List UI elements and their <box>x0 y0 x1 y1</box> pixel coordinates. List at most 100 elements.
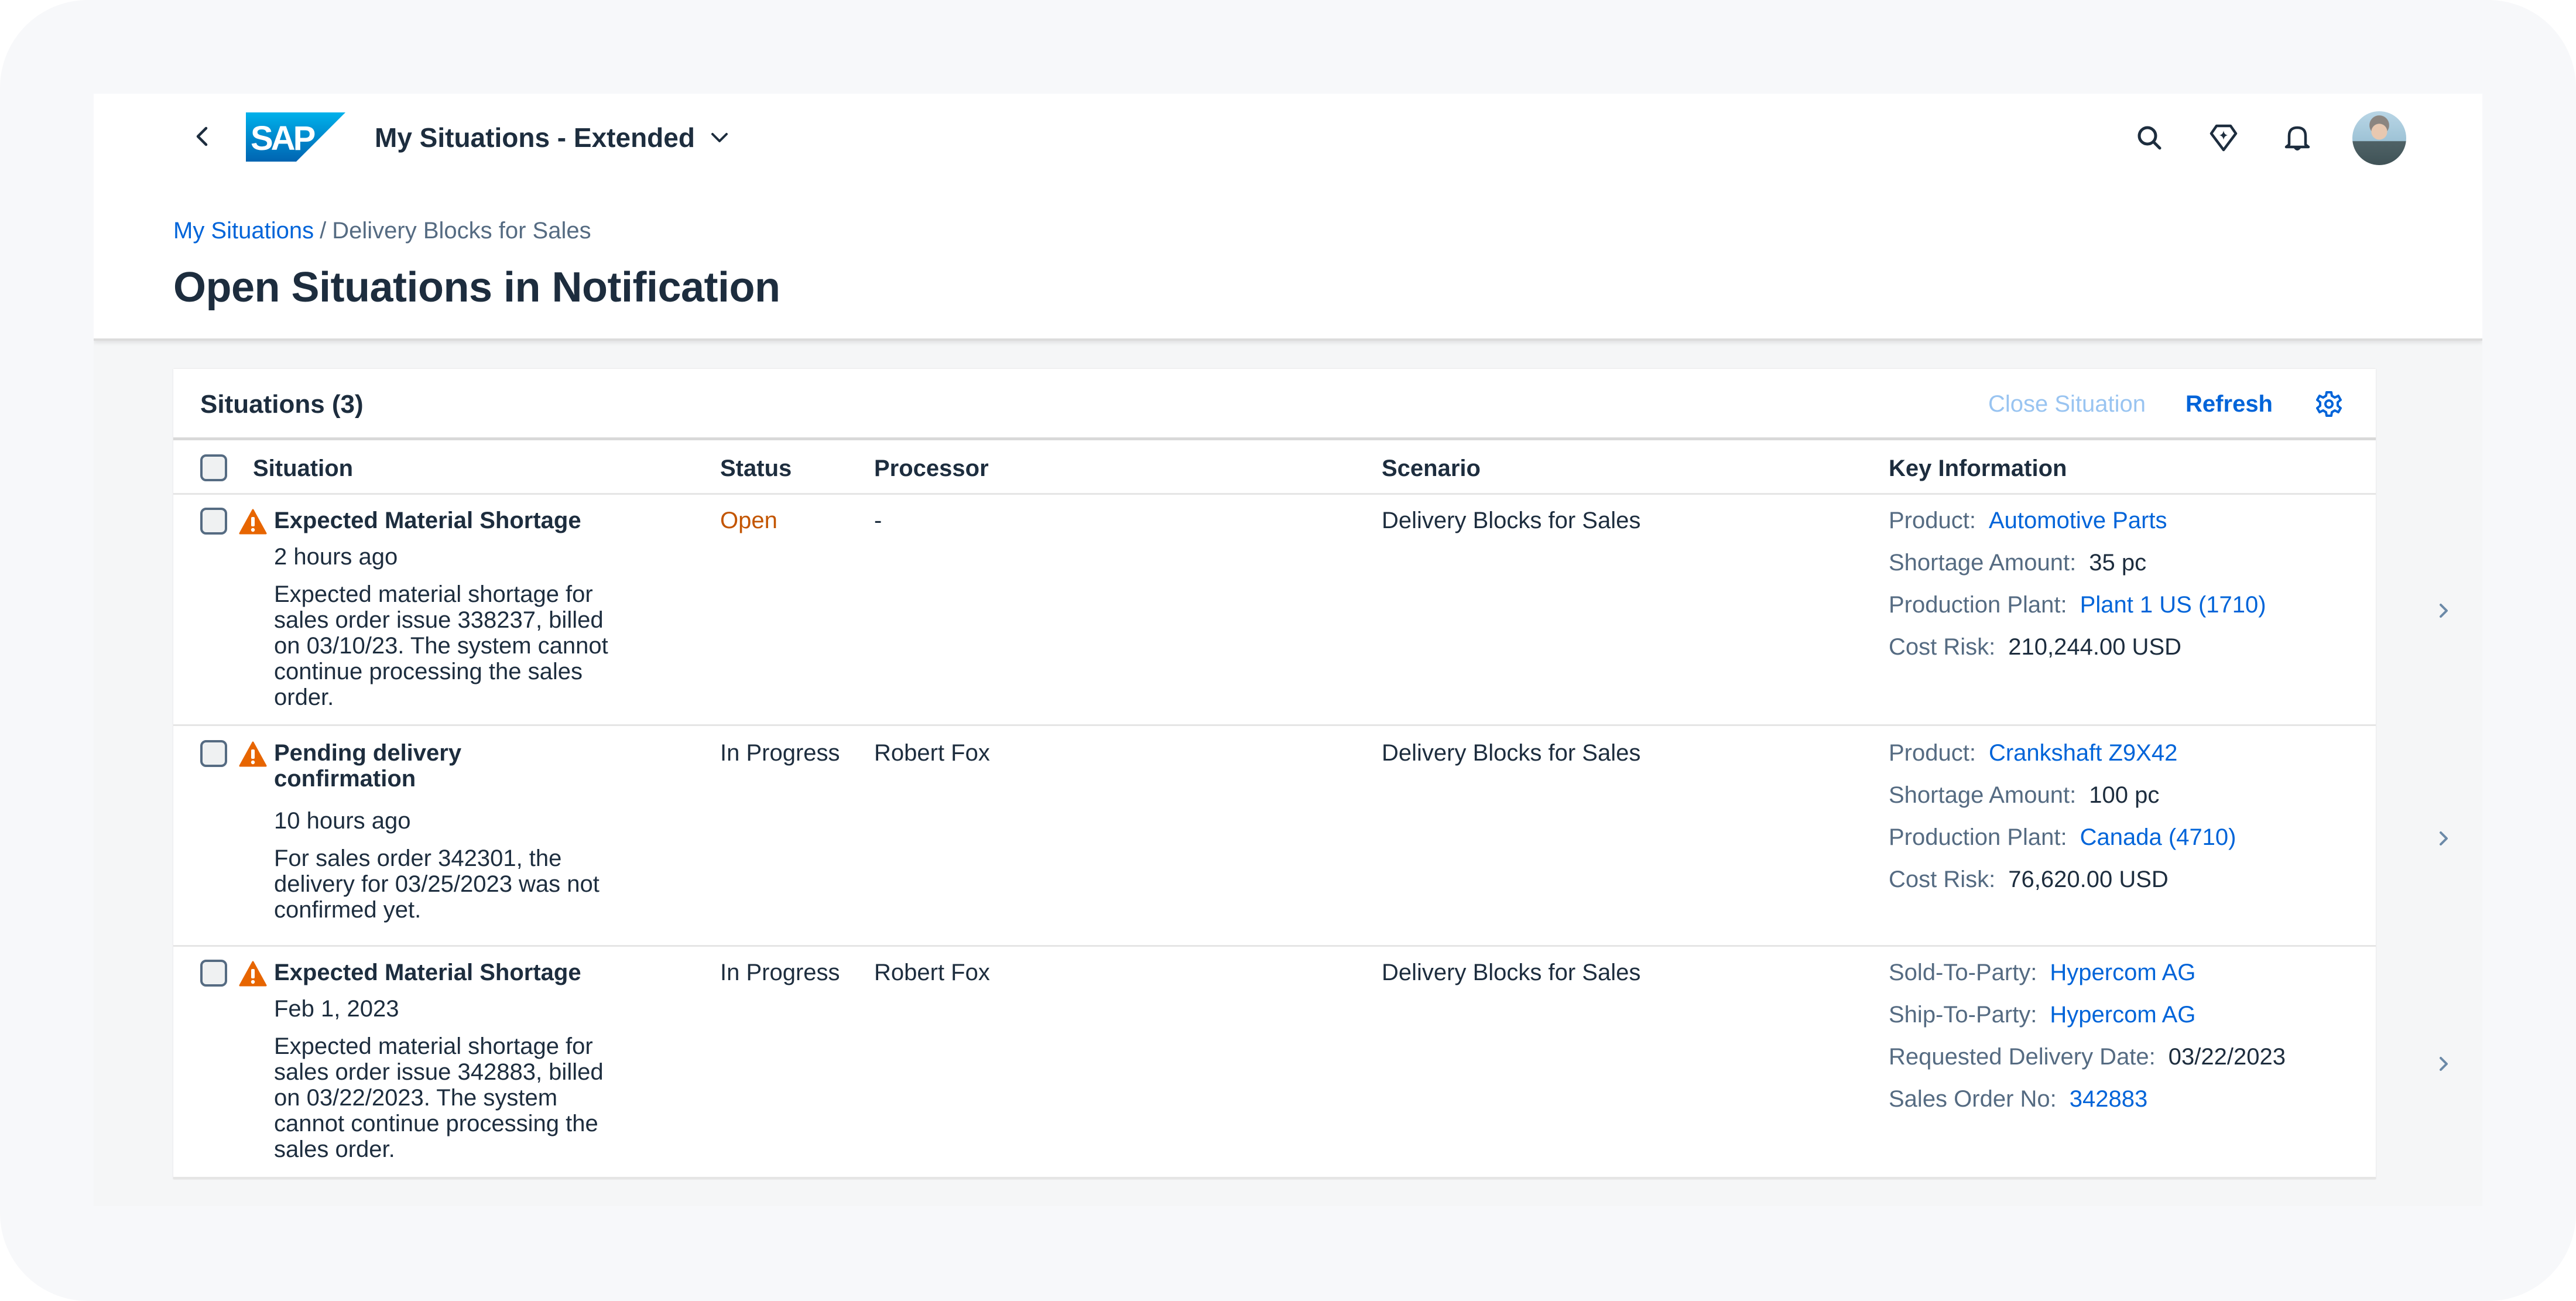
key-info-label: Cost Risk: <box>1889 634 1996 660</box>
key-info-label: Shortage Amount: <box>1889 782 2077 808</box>
warning-icon <box>239 509 267 535</box>
row-checkbox[interactable] <box>200 960 227 987</box>
shell-bar: SAP My Situations - Extended <box>94 94 2482 182</box>
key-info-shortage-amount: Shortage Amount: 35 pc <box>1889 550 2146 576</box>
back-button[interactable] <box>181 116 222 157</box>
key-info-link[interactable]: Automotive Parts <box>1989 508 2167 533</box>
toolbar-actions: Close Situation Refresh <box>1988 385 2345 423</box>
key-info-product: Product: Automotive Parts <box>1889 508 2167 533</box>
key-info-label: Product: <box>1889 740 1976 766</box>
back-icon <box>196 126 208 146</box>
status-text: In Progress <box>720 960 840 985</box>
key-info-requested-delivery-date: Requested Delivery Date: 03/22/2023 <box>1889 1044 2286 1070</box>
key-info-label: Production Plant: <box>1889 824 2067 850</box>
key-info-link[interactable]: Plant 1 US (1710) <box>2080 592 2266 618</box>
key-info-value: 35 pc <box>2089 550 2147 576</box>
app-window: SAP My Situations - Extended My Situatio… <box>94 94 2482 1206</box>
notifications-button[interactable] <box>2279 119 2316 157</box>
column-header-status[interactable]: Status <box>720 456 792 482</box>
key-info-production-plant: Production Plant: Plant 1 US (1710) <box>1889 592 2266 618</box>
situations-table-card: Situations (3) Close Situation Refresh S… <box>173 369 2448 1179</box>
search-icon <box>2137 126 2161 150</box>
column-header-situation[interactable]: Situation <box>253 456 353 482</box>
key-info-label: Sold-To-Party: <box>1889 960 2037 985</box>
chevron-right-icon <box>2440 1057 2448 1071</box>
key-info-ship-to-party: Ship-To-Party: Hypercom AG <box>1889 1002 2195 1028</box>
table-settings-button[interactable] <box>2313 388 2345 420</box>
key-info-label: Cost Risk: <box>1889 867 1996 892</box>
close-situation-button[interactable]: Close Situation <box>1988 391 2146 417</box>
key-info-label: Requested Delivery Date: <box>1889 1044 2156 1070</box>
key-info-label: Shortage Amount: <box>1889 550 2077 576</box>
user-avatar[interactable] <box>2352 111 2406 165</box>
key-info-label: Product: <box>1889 508 1976 533</box>
key-info-label: Sales Order No: <box>1889 1086 2057 1112</box>
table-title: Situations (3) <box>200 390 364 419</box>
column-header-scenario[interactable]: Scenario <box>1382 456 1481 482</box>
svg-text:SAP: SAP <box>251 119 315 158</box>
situation-time: 2 hours ago <box>274 544 398 570</box>
key-info-link[interactable]: Hypercom AG <box>2050 1002 2195 1028</box>
joule-diamond-icon <box>2210 124 2238 152</box>
table-row[interactable]: Pending delivery confirmation 10 hours a… <box>173 726 2448 947</box>
key-info-link[interactable]: Hypercom AG <box>2050 960 2195 985</box>
table-toolbar: Situations (3) Close Situation Refresh <box>173 369 2376 440</box>
key-info-production-plant: Production Plant: Canada (4710) <box>1889 824 2236 850</box>
key-info-cost-risk: Cost Risk: 76,620.00 USD <box>1889 867 2169 892</box>
processor-text: Robert Fox <box>874 740 990 766</box>
key-info-value: 03/22/2023 <box>2168 1044 2286 1070</box>
warning-icon <box>239 961 267 987</box>
key-info-sold-to-party: Sold-To-Party: Hypercom AG <box>1889 960 2195 985</box>
app-title-menu[interactable]: My Situations - Extended <box>375 117 729 158</box>
row-checkbox[interactable] <box>200 508 227 535</box>
key-info-value: 76,620.00 USD <box>2008 867 2169 892</box>
status-text: In Progress <box>720 740 840 766</box>
scenario-text: Delivery Blocks for Sales <box>1382 960 1641 985</box>
key-info-link[interactable]: Crankshaft Z9X42 <box>1989 740 2177 766</box>
situation-time: Feb 1, 2023 <box>274 996 399 1022</box>
page-header: SAP My Situations - Extended My Situatio… <box>94 94 2482 341</box>
table-row[interactable]: Expected Material Shortage 2 hours ago E… <box>173 495 2448 726</box>
situation-description: For sales order 342301, the delivery for… <box>274 845 600 923</box>
key-info-shortage-amount: Shortage Amount: 100 pc <box>1889 782 2159 808</box>
chevron-right-icon <box>2440 604 2448 618</box>
key-info-product: Product: Crankshaft Z9X42 <box>1889 740 2177 766</box>
key-info-label: Ship-To-Party: <box>1889 1002 2037 1028</box>
processor-text: Robert Fox <box>874 960 990 985</box>
situation-title[interactable]: Expected Material Shortage <box>274 508 625 533</box>
column-header-key-information[interactable]: Key Information <box>1889 456 2067 482</box>
row-navigation-button[interactable] <box>2432 1050 2455 1078</box>
chevron-right-icon <box>2440 831 2448 845</box>
situation-time: 10 hours ago <box>274 808 411 834</box>
scenario-text: Delivery Blocks for Sales <box>1382 740 1641 766</box>
situation-description: Expected material shortage for sales ord… <box>274 1033 604 1162</box>
processor-text: - <box>874 508 882 533</box>
key-info-link[interactable]: 342883 <box>2070 1086 2147 1112</box>
key-info-sales-order-no: Sales Order No: 342883 <box>1889 1086 2147 1112</box>
table-header-row: Situation Status Processor Scenario Key … <box>173 440 2376 495</box>
row-checkbox[interactable] <box>200 740 227 767</box>
joule-button[interactable] <box>2205 119 2242 157</box>
situation-title[interactable]: Pending delivery confirmation <box>274 740 520 792</box>
search-button[interactable] <box>2131 119 2169 157</box>
warning-icon <box>239 741 267 767</box>
situation-title[interactable]: Expected Material Shortage <box>274 960 625 985</box>
row-navigation-button[interactable] <box>2432 597 2455 625</box>
row-navigation-button[interactable] <box>2432 824 2455 853</box>
column-header-processor[interactable]: Processor <box>874 456 989 482</box>
key-info-value: 210,244.00 USD <box>2008 634 2182 660</box>
breadcrumb-separator: / <box>320 218 327 244</box>
sap-logo: SAP <box>246 112 345 162</box>
table-row[interactable]: Expected Material Shortage Feb 1, 2023 E… <box>173 947 2448 1179</box>
refresh-button[interactable]: Refresh <box>2186 391 2273 417</box>
key-info-value: 100 pc <box>2089 782 2160 808</box>
app-title: My Situations - Extended <box>375 122 695 153</box>
bell-icon <box>2284 126 2310 150</box>
gear-icon <box>2316 391 2342 417</box>
key-info-link[interactable]: Canada (4710) <box>2080 824 2236 850</box>
breadcrumb-current: Delivery Blocks for Sales <box>332 218 591 244</box>
select-all-checkbox[interactable] <box>200 454 227 481</box>
breadcrumb-link-my-situations[interactable]: My Situations <box>173 218 314 244</box>
scenario-text: Delivery Blocks for Sales <box>1382 508 1641 533</box>
status-text: Open <box>720 508 777 533</box>
